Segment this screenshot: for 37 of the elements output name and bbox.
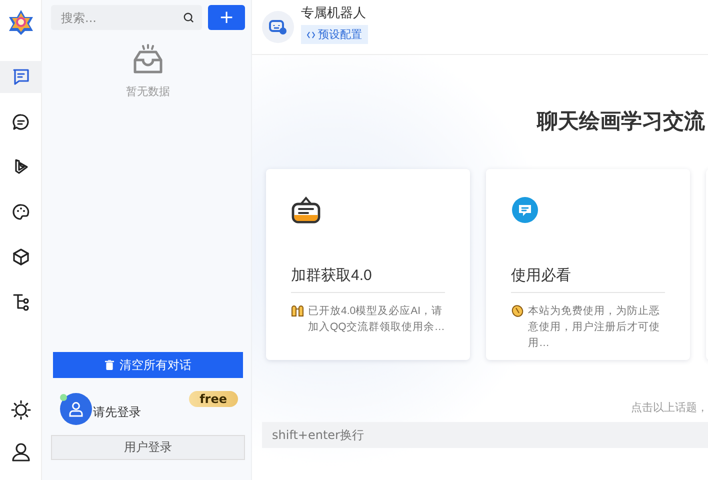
code-icon: [307, 30, 315, 38]
card-description: 已开放4.0模型及必应AI，请加入QQ交流群领取使用余…: [308, 304, 446, 335]
trash-icon: [104, 360, 114, 370]
theme-icon[interactable]: [10, 400, 30, 420]
bot-title: 专属机器人: [301, 4, 366, 22]
add-button[interactable]: +: [208, 5, 245, 30]
cube-icon: [12, 248, 30, 266]
hint-text: 点击以上话题，: [631, 400, 708, 415]
card-title: 使用必看: [511, 266, 665, 293]
card-description: 本站为免费使用，为防止恶意使用，用户注册后才可使用…: [528, 304, 661, 351]
message-input[interactable]: shift+enter换行: [262, 422, 708, 448]
hands-icon: [291, 304, 304, 317]
topic-card[interactable]: 使用必看 本站为免费使用，为防止恶意使用，用户注册后才可使用…: [486, 169, 690, 360]
empty-text: 暂无数据: [126, 85, 170, 99]
palette-icon: [12, 203, 30, 221]
chat-icon: [12, 68, 30, 86]
search-icon: [183, 12, 194, 23]
card-title: 加群获取4.0: [291, 266, 445, 293]
signboard-icon: [291, 196, 321, 224]
robot-icon: [262, 11, 294, 43]
empty-inbox-icon: [131, 44, 165, 76]
tree-icon: [12, 293, 30, 311]
topic-card[interactable]: 加群获取4.0 已开放4.0模型及必应AI，请加入QQ交流群领取使用余…: [266, 169, 470, 360]
search-field[interactable]: 搜索...: [51, 5, 202, 30]
search-input[interactable]: 搜索...: [61, 10, 183, 24]
user-icon[interactable]: [10, 442, 30, 462]
clear-conversations-button[interactable]: 清空所有对话: [53, 352, 243, 378]
chat-bubble-icon: [511, 196, 539, 224]
message-text-input[interactable]: shift+enter换行: [272, 428, 708, 442]
page-heading: 聊天绘画学习交流: [537, 108, 705, 135]
user-name: 请先登录: [93, 404, 141, 420]
message-icon: [12, 113, 30, 131]
preset-config-button[interactable]: 预设配置: [301, 25, 368, 44]
login-button[interactable]: 用户登录: [51, 435, 245, 460]
logo-icon[interactable]: [8, 9, 34, 35]
plan-badge: free: [188, 391, 238, 407]
person-icon: [68, 401, 84, 417]
